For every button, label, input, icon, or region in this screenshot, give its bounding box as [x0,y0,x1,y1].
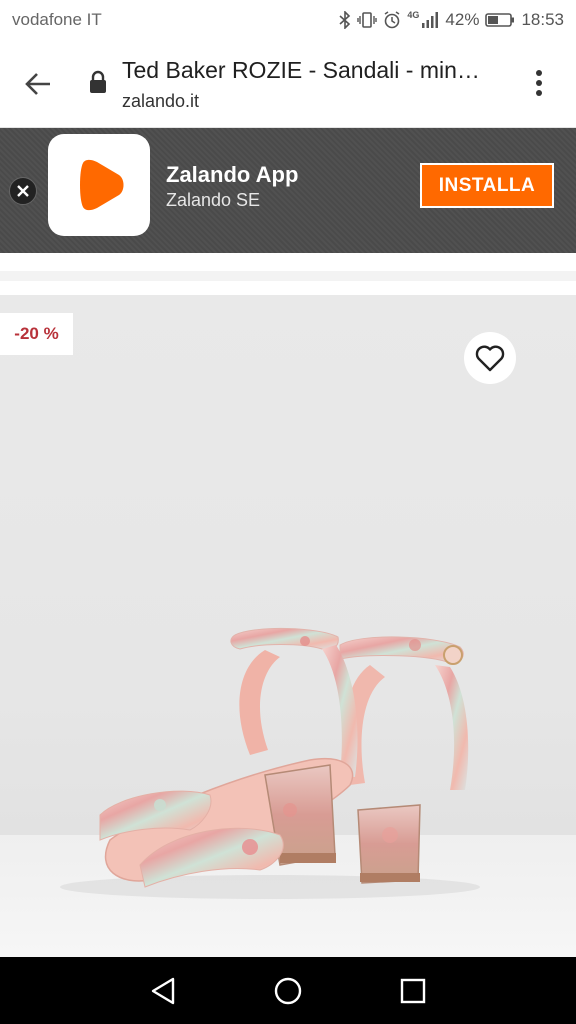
arrow-left-icon [25,73,50,95]
browser-toolbar: Ted Baker ROZIE - Sandali - min… zalando… [0,40,576,128]
status-icons: 4G 42% 18:53 [339,10,564,30]
app-publisher: Zalando SE [166,190,261,210]
battery-percent: 42% [445,10,480,29]
app-name: Zalando App [166,162,299,187]
page-url[interactable]: zalando.it [122,91,199,112]
lock-icon [90,70,106,93]
nav-home-button[interactable] [258,966,318,1016]
zalando-logo-icon [80,159,124,211]
clock: 18:53 [521,10,564,29]
app-install-banner: Zalando App Zalando SE INSTALLA [0,128,576,253]
page-title[interactable]: Ted Baker ROZIE - Sandali - min… [122,57,512,84]
circle-home-icon [274,977,302,1004]
more-vert-icon [536,70,542,96]
back-button[interactable] [18,66,58,102]
divider-line [0,271,576,281]
heart-outline-icon [475,345,505,372]
install-button[interactable]: INSTALLA [420,163,554,208]
nav-recents-button[interactable] [383,966,443,1016]
signal-icon [422,12,439,28]
content-divider [0,253,576,295]
product-image[interactable]: -20 % [0,295,576,957]
network-label: 4G [407,10,420,20]
vibrate-icon [357,12,378,28]
close-icon [17,185,29,197]
square-recents-icon [401,978,426,1003]
wishlist-button[interactable] [464,332,516,384]
battery-icon [485,13,515,27]
triangle-back-icon [151,977,174,1004]
carrier-label: vodafone IT [12,10,102,29]
nav-back-button[interactable] [133,966,193,1016]
system-nav-bar [0,957,576,1024]
zalando-app-icon[interactable] [48,134,150,236]
bluetooth-icon [339,11,351,29]
alarm-icon [384,11,400,29]
status-bar: vodafone IT 4G 42% 18:53 [0,0,576,40]
banner-close-button[interactable] [9,177,37,205]
sandal-illustration [60,627,480,899]
more-menu-button[interactable] [520,62,558,104]
discount-badge: -20 % [0,313,73,355]
